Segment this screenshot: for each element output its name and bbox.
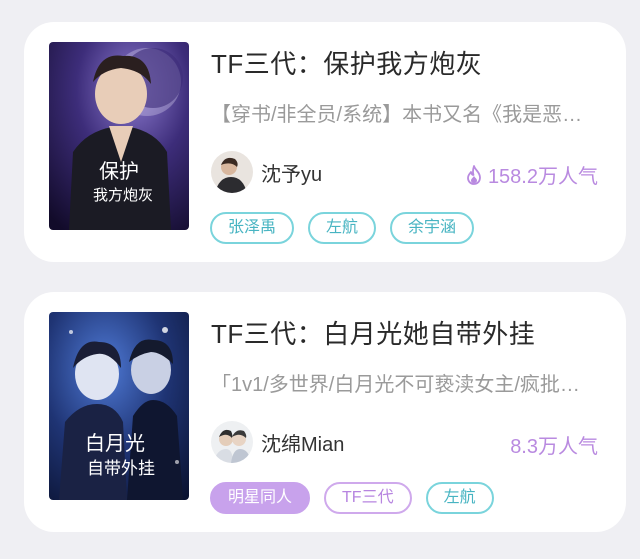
book-cover-image: 保护 我方炮灰 [49, 42, 189, 230]
author-name: 沈予yu [261, 163, 323, 186]
popularity-count: 8.3万人气 [510, 430, 598, 459]
book-cover[interactable]: 保护 我方炮灰 [49, 42, 189, 230]
tag-chip[interactable]: TF三代 [324, 482, 412, 514]
book-title[interactable]: TF三代：保护我方炮灰 [211, 44, 482, 81]
cover-title-line-2: 自带外挂 [87, 459, 155, 479]
author-info[interactable]: 沈予yu [211, 150, 322, 194]
book-description: 「1v1/多世界/白月光不可亵渎女主/疯批… [211, 374, 580, 396]
author-avatar[interactable] [211, 421, 253, 463]
book-card[interactable]: 保护 我方炮灰 TF三代：保护我方炮灰 【穿书/非全员/系统】本书又名《我是恶…… [24, 22, 626, 262]
author-info[interactable]: 沈绵Mian [211, 420, 344, 464]
cover-title-line-2: 我方炮灰 [93, 186, 153, 204]
cover-title-line-1: 白月光 [85, 431, 145, 455]
popularity-text: 8.3万人气 [510, 436, 598, 458]
popularity-count: 158.2万人气 [466, 160, 598, 189]
popularity-text: 158.2万人气 [487, 166, 598, 188]
tag-chip[interactable]: 明星同人 [210, 482, 311, 514]
tag-chip[interactable]: 左航 [425, 482, 494, 514]
author-avatar[interactable] [211, 151, 253, 193]
tag-chip[interactable]: 张泽禹 [210, 212, 295, 244]
book-description: 【穿书/非全员/系统】本书又名《我是恶… [211, 104, 583, 126]
tag-list: 明星同人 TF三代 左航 [210, 482, 508, 514]
flame-icon [467, 164, 481, 185]
cover-title-line-1: 保护 [99, 159, 139, 183]
book-cover-image: 白月光 自带外挂 [49, 312, 189, 500]
tag-chip[interactable]: 余宇涵 [390, 212, 475, 244]
tag-chip[interactable]: 左航 [308, 212, 377, 244]
book-cover[interactable]: 白月光 自带外挂 [49, 312, 189, 500]
book-card[interactable]: 白月光 自带外挂 TF三代：白月光她自带外挂 「1v1/多世界/白月光不可亵渎女… [24, 292, 626, 532]
book-title[interactable]: TF三代：白月光她自带外挂 [211, 314, 535, 351]
author-name: 沈绵Mian [261, 433, 345, 456]
tag-list: 张泽禹 左航 余宇涵 [210, 212, 488, 244]
